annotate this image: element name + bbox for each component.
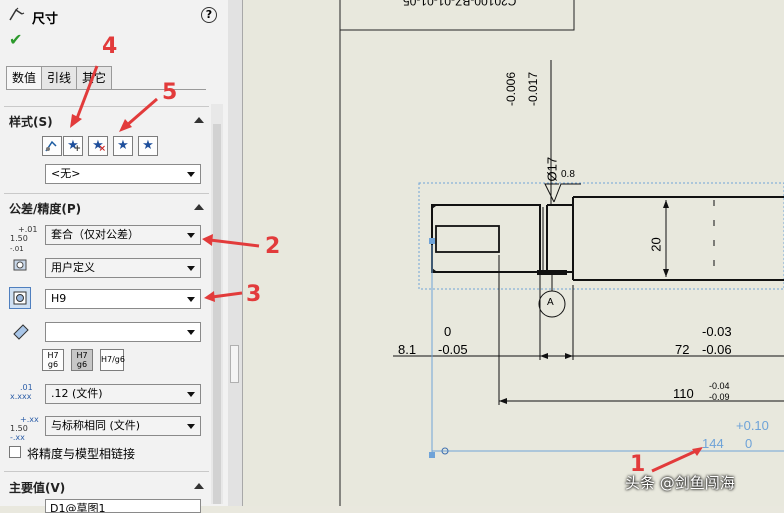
panel-scrollbar[interactable] (211, 104, 223, 504)
dim-144[interactable]: 144 (702, 436, 724, 451)
style-dropdown[interactable]: <无> (45, 164, 201, 184)
fit-classification-dropdown[interactable]: 用户定义 (45, 258, 201, 278)
dim-144-lower: 0 (745, 436, 753, 451)
dim-8-1-lower: -0.05 (438, 342, 468, 357)
dimension-icon (8, 6, 26, 22)
drawing-canvas[interactable]: C20100-BZ-01-01-05 Ø17 -0.006 -0.017 0.8… (243, 0, 784, 506)
dim-8-1-upper: 0 (444, 324, 452, 339)
load-style-icon[interactable]: ★ (138, 136, 158, 156)
link-precision-checkbox[interactable] (9, 446, 21, 458)
check-icon[interactable]: ✔ (9, 32, 25, 48)
tab-other[interactable]: 其它 (76, 66, 112, 89)
primary-collapse-icon[interactable] (194, 483, 204, 489)
annotation-number-1: 1 (630, 452, 646, 477)
dim-110-upper: -0.04 (709, 381, 730, 391)
dim-72-lower: -0.06 (702, 342, 732, 357)
tolerance-type-icon: +.01 1.50 -.01 (10, 225, 38, 253)
style-section-title[interactable]: 样式(S) (9, 113, 53, 130)
dim-110-lower: -0.09 (709, 392, 730, 402)
help-icon[interactable]: ? (201, 7, 217, 23)
primary-precision-dropdown[interactable]: .12 (文件) (45, 384, 201, 404)
tolerance-precision-dropdown[interactable]: 与标称相同 (文件) (45, 416, 201, 436)
tolerance-precision-icon: +.xx 1.50 -.xx (10, 415, 39, 442)
tolerance-type-dropdown[interactable]: 套合（仅对公差） (45, 225, 201, 245)
dim-phi17-lower: -0.017 (526, 71, 541, 107)
precision-icon: .01 x.xxx (10, 383, 33, 401)
annotation-number-4: 4 (102, 34, 118, 59)
shaft-tolerance-icon[interactable] (11, 322, 31, 342)
save-style-icon[interactable]: ★ (113, 136, 133, 156)
splitter-handle[interactable] (230, 345, 239, 383)
dim-20[interactable]: 20 (649, 237, 664, 251)
dim-72[interactable]: 72 (675, 342, 689, 357)
dim-phi17-upper: -0.006 (504, 71, 519, 107)
dim-110[interactable]: 110 (673, 386, 694, 401)
tolerance-section-title[interactable]: 公差/精度(P) (9, 200, 81, 217)
add-style-icon[interactable]: ★ + (63, 136, 83, 156)
apply-default-style-icon[interactable] (42, 136, 62, 156)
panel-title: 尺寸 (32, 12, 59, 27)
primary-value-field[interactable]: D1@草图1 (45, 499, 201, 513)
annotation-number-3: 3 (246, 282, 262, 307)
dim-8-1[interactable]: 8.1 (398, 342, 416, 357)
property-manager-panel: 尺寸 ? ✔ 数值 引线 其它 样式(S) ★ + ★ × ★ ★ <无> 公差/精… (0, 0, 229, 513)
fit-display-linear-icon[interactable]: H7/g6 (100, 349, 125, 371)
shaft-fit-dropdown[interactable] (45, 322, 201, 342)
tab-leaders[interactable]: 引线 (41, 66, 77, 89)
dim-72-upper: -0.03 (702, 324, 732, 339)
hole-fit-dropdown[interactable]: H9 (45, 289, 201, 309)
annotation-number-2: 2 (265, 234, 281, 259)
delete-style-icon[interactable]: ★ × (88, 136, 108, 156)
primary-value-section-title[interactable]: 主要值(V) (9, 479, 65, 496)
roughness-value: 0.8 (561, 169, 575, 180)
hole-fit-icon (12, 256, 30, 274)
hole-tolerance-icon[interactable] (9, 287, 31, 309)
fit-display-stacked-icon[interactable]: H7 g6 (42, 349, 64, 371)
link-precision-label: 将精度与模型相链接 (27, 447, 136, 461)
panel-splitter[interactable] (228, 0, 243, 506)
datum-label: A (547, 297, 554, 308)
fit-display-stacked-line-icon[interactable]: H7 g6 (71, 349, 93, 371)
scrollbar-thumb[interactable] (213, 124, 221, 504)
title-block-text: C20100-BZ-01-01-05 (403, 0, 517, 8)
dim-phi17[interactable]: Ø17 (545, 146, 560, 182)
dim-144-upper: +0.10 (736, 418, 769, 433)
tab-values[interactable]: 数值 (6, 66, 42, 89)
style-collapse-icon[interactable] (194, 117, 204, 123)
tolerance-collapse-icon[interactable] (194, 204, 204, 210)
annotation-number-5: 5 (162, 80, 178, 105)
